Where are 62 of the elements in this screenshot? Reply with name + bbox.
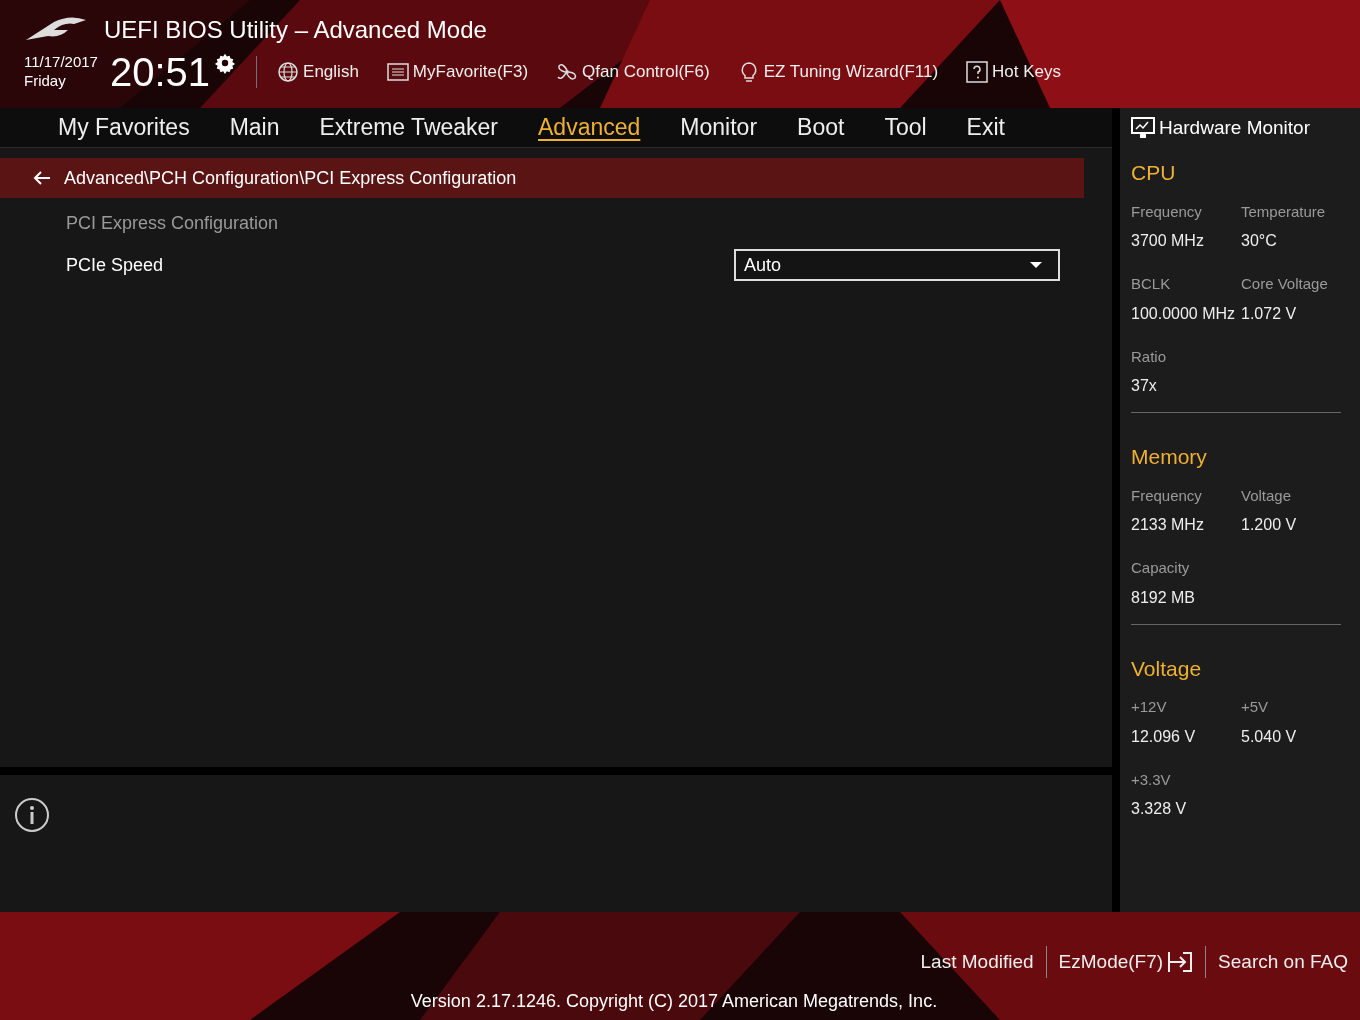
globe-icon	[277, 61, 300, 83]
reading-label: Temperature	[1241, 201, 1327, 222]
reading-value: 8192 MB	[1131, 587, 1197, 608]
reading-value: 12.096 V	[1131, 726, 1197, 747]
menu-tab[interactable]: Extreme Tweaker	[319, 110, 499, 145]
footer-link[interactable]: Search on FAQ	[1218, 947, 1348, 977]
reading-label: Frequency	[1131, 485, 1203, 506]
breadcrumb-path: Advanced\PCH Configuration\PCI Express Configuration	[64, 166, 517, 190]
list-icon	[386, 61, 409, 83]
date-text: 11/17/2017	[24, 53, 98, 72]
panel-title: Hardware Monitor	[1159, 115, 1310, 140]
dropdown[interactable]: Auto	[734, 249, 1060, 281]
footer-link[interactable]: Last Modified	[920, 947, 1034, 977]
reading-label: +5V	[1241, 697, 1270, 717]
help-icon	[966, 61, 989, 83]
breadcrumb-bar[interactable]: Advanced\PCH Configuration\PCI Express Configuration	[0, 158, 1084, 198]
menu-tab[interactable]: Exit	[966, 110, 1005, 145]
reading-value: 2133 MHz	[1131, 515, 1205, 535]
reading-label: +3.3V	[1131, 769, 1172, 790]
monitor-icon	[1131, 117, 1155, 139]
group-title: Memory	[1131, 444, 1208, 470]
version-text: Version 2.17.1246. Copyright (C) 2017 American Megatrends, Inc.	[410, 990, 938, 1013]
menu-tab[interactable]: Main	[229, 110, 280, 145]
reading-value: 30°C	[1241, 231, 1278, 251]
menu-tab[interactable]: My Favorites	[58, 110, 190, 145]
reading-value: 3700 MHz	[1131, 231, 1205, 251]
group-title: CPU	[1131, 160, 1177, 186]
reading-label: Ratio	[1131, 346, 1168, 367]
footer-link[interactable]: EzMode(F7)	[1058, 947, 1194, 977]
reading-value: 1.200 V	[1241, 515, 1298, 535]
setting-label: PCIe Speed	[66, 253, 164, 277]
reading-label: +12V	[1131, 697, 1168, 717]
exit-icon	[1167, 951, 1194, 973]
info-icon	[14, 797, 50, 833]
section-title: PCI Express Configuration	[65, 212, 280, 235]
menu-tab[interactable]: Boot	[797, 110, 845, 145]
reading-label: Voltage	[1241, 485, 1293, 506]
toolbar-button[interactable]: Qfan Control(F6)	[556, 59, 710, 85]
reading-value: 37x	[1131, 376, 1158, 396]
reading-label: Frequency	[1131, 201, 1203, 222]
back-arrow-icon[interactable]	[32, 170, 52, 186]
window-title: UEFI BIOS Utility – Advanced Mode	[104, 15, 487, 45]
toolbar-button[interactable]: MyFavorite(F3)	[386, 59, 529, 85]
toolbar-button[interactable]: English	[277, 59, 359, 85]
reading-label: BCLK	[1131, 274, 1172, 294]
toolbar-button[interactable]: Hot Keys	[966, 59, 1062, 85]
reading-value: 3.328 V	[1131, 799, 1188, 819]
caret-icon	[1030, 262, 1042, 268]
reading-value: 1.072 V	[1241, 303, 1298, 324]
reading-value: 100.0000 MHz	[1131, 303, 1237, 324]
group-title: Voltage	[1131, 655, 1203, 682]
fan-icon	[556, 61, 579, 83]
clock-time: 20:51	[109, 52, 211, 92]
settings-icon[interactable]	[214, 52, 237, 74]
day-text: Friday	[24, 72, 67, 91]
reading-label: Core Voltage	[1241, 274, 1329, 294]
menu-tab[interactable]: Advanced	[538, 110, 641, 145]
reading-label: Capacity	[1131, 558, 1191, 578]
menu-tab[interactable]: Tool	[884, 110, 927, 145]
toolbar-button[interactable]: EZ Tuning Wizard(F11)	[737, 59, 939, 85]
menu-tab[interactable]: Monitor	[680, 110, 758, 145]
reading-value: 5.040 V	[1241, 726, 1298, 747]
